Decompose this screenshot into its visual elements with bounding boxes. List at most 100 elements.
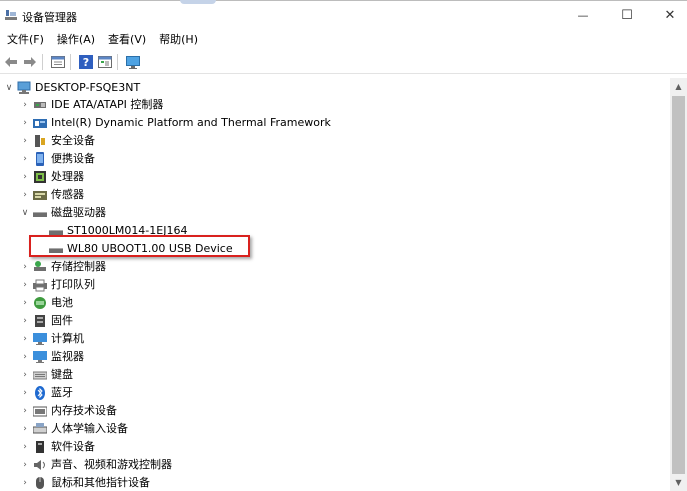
expand-chevron-icon[interactable]: › xyxy=(20,420,30,438)
expand-chevron-icon[interactable]: › xyxy=(20,366,30,384)
expand-chevron-icon[interactable]: › xyxy=(20,402,30,420)
intel-framework-icon xyxy=(33,119,47,128)
tree-item-label: 存储控制器 xyxy=(51,260,106,273)
tree-item-label: 打印队列 xyxy=(51,278,95,291)
minimize-button[interactable]: — xyxy=(560,0,606,30)
expand-chevron-icon[interactable]: › xyxy=(20,312,30,330)
tree-item-firmware[interactable]: › 固件 xyxy=(20,312,73,330)
tree-item-portable[interactable]: › 便携设备 xyxy=(20,150,95,168)
keyboard-icon xyxy=(33,371,47,380)
expand-chevron-icon[interactable]: › xyxy=(20,114,30,132)
expand-chevron-icon[interactable]: › xyxy=(20,348,30,366)
disk-drive-icon xyxy=(33,212,47,217)
view-button[interactable] xyxy=(97,54,113,70)
tree-item-monitor[interactable]: › 监视器 xyxy=(20,348,84,366)
expand-chevron-icon[interactable]: › xyxy=(20,384,30,402)
collapse-chevron-icon[interactable]: ∨ xyxy=(20,204,30,222)
tree-item-sensor[interactable]: › 传感器 xyxy=(20,186,84,204)
highlight-box xyxy=(29,235,250,257)
tree-item-label: 人体学输入设备 xyxy=(51,422,128,435)
toolbar-separator xyxy=(117,54,118,70)
properties-icon xyxy=(51,56,65,68)
tree-root-label: DESKTOP-FSQE3NT xyxy=(35,81,141,94)
expand-chevron-icon[interactable]: › xyxy=(20,438,30,456)
tree-item-memory[interactable]: › 内存技术设备 xyxy=(20,402,117,420)
forward-arrow-icon xyxy=(24,57,36,67)
scroll-down-arrow-icon[interactable]: ▼ xyxy=(670,474,687,491)
tree-item-label: 电池 xyxy=(51,296,73,309)
security-device-icon xyxy=(35,135,45,147)
tree-root[interactable]: ∨ DESKTOP-FSQE3NT xyxy=(4,79,140,97)
tree-item-security[interactable]: › 安全设备 xyxy=(20,132,95,150)
tree-item-label: 监视器 xyxy=(51,350,84,363)
toolbar-separator xyxy=(70,54,71,70)
expand-chevron-icon[interactable]: › xyxy=(20,258,30,276)
expand-chevron-icon[interactable]: › xyxy=(20,186,30,204)
expand-chevron-icon[interactable]: › xyxy=(20,474,30,491)
tree-item-mouse[interactable]: › 鼠标和其他指针设备 xyxy=(20,474,150,491)
menu-view[interactable]: 查看(V) xyxy=(101,30,152,50)
tree-item-bluetooth[interactable]: › 蓝牙 xyxy=(20,384,73,402)
tree-item-print-queue[interactable]: › 打印队列 xyxy=(20,276,95,294)
tree-item-software[interactable]: › 软件设备 xyxy=(20,438,95,456)
close-button[interactable]: ✕ xyxy=(647,0,687,30)
tree-item-label: 内存技术设备 xyxy=(51,404,117,417)
tree-item-computer[interactable]: › 计算机 xyxy=(20,330,84,348)
bluetooth-icon xyxy=(35,386,45,400)
taskbar-tab-stub xyxy=(180,0,216,4)
device-manager-window: 设备管理器 — ☐ ✕ 文件(F) 操作(A) 查看(V) 帮助(H) ? ∨ … xyxy=(0,0,687,491)
menu-file[interactable]: 文件(F) xyxy=(0,30,50,50)
tree-item-label: 蓝牙 xyxy=(51,386,73,399)
expand-chevron-icon[interactable]: › xyxy=(20,132,30,150)
collapse-chevron-icon[interactable]: ∨ xyxy=(4,79,14,97)
expand-chevron-icon[interactable]: › xyxy=(20,330,30,348)
expand-chevron-icon[interactable]: › xyxy=(20,168,30,186)
view-icon xyxy=(98,56,112,68)
sound-icon xyxy=(34,460,45,470)
expand-chevron-icon[interactable]: › xyxy=(20,294,30,312)
expand-chevron-icon[interactable]: › xyxy=(20,276,30,294)
scroll-thumb[interactable] xyxy=(672,96,685,474)
expand-chevron-icon[interactable]: › xyxy=(20,456,30,474)
title-bar: 设备管理器 — ☐ ✕ xyxy=(0,0,687,30)
expand-chevron-icon[interactable]: › xyxy=(20,96,30,114)
mouse-icon xyxy=(36,477,44,489)
back-arrow-icon xyxy=(5,57,17,67)
tree-item-label: 键盘 xyxy=(51,368,73,381)
tree-item-label: Intel(R) Dynamic Platform and Thermal Fr… xyxy=(51,116,331,129)
tree-item-sound[interactable]: › 声音、视频和游戏控制器 xyxy=(20,456,172,474)
memory-device-icon xyxy=(33,406,47,417)
tree-item-processor[interactable]: › 处理器 xyxy=(20,168,84,186)
minimize-icon: — xyxy=(577,8,589,22)
tree-item-ide[interactable]: › IDE ATA/ATAPI 控制器 xyxy=(20,96,163,114)
properties-button[interactable] xyxy=(50,54,66,70)
tree-item-label: 安全设备 xyxy=(51,134,95,147)
vertical-scrollbar[interactable]: ▲ ▼ xyxy=(670,78,687,491)
toolbar: ? xyxy=(0,51,687,73)
menu-help[interactable]: 帮助(H) xyxy=(152,30,204,50)
battery-icon xyxy=(34,297,46,309)
hid-icon xyxy=(33,423,47,434)
tree-item-label: 软件设备 xyxy=(51,440,95,453)
portable-device-icon xyxy=(36,152,44,166)
tree-item-hid[interactable]: › 人体学输入设备 xyxy=(20,420,128,438)
storage-controller-icon xyxy=(34,261,46,271)
maximize-button[interactable]: ☐ xyxy=(604,0,650,30)
monitor-icon xyxy=(126,55,140,69)
tree-item-label: 传感器 xyxy=(51,188,84,201)
help-button[interactable]: ? xyxy=(78,54,94,70)
software-device-icon xyxy=(36,441,44,453)
monitor-icon xyxy=(33,351,47,363)
tree-item-keyboard[interactable]: › 键盘 xyxy=(20,366,73,384)
tree-item-disk-drives[interactable]: ∨ 磁盘驱动器 xyxy=(20,204,106,222)
ide-controller-icon xyxy=(34,102,46,108)
forward-button[interactable] xyxy=(22,54,38,70)
tree-item-battery[interactable]: › 电池 xyxy=(20,294,73,312)
tree-item-storage[interactable]: › 存储控制器 xyxy=(20,258,106,276)
back-button[interactable] xyxy=(3,54,19,70)
menu-action[interactable]: 操作(A) xyxy=(50,30,101,50)
tree-item-intel[interactable]: › Intel(R) Dynamic Platform and Thermal … xyxy=(20,114,331,132)
expand-chevron-icon[interactable]: › xyxy=(20,150,30,168)
scan-hardware-button[interactable] xyxy=(125,54,141,70)
scroll-up-arrow-icon[interactable]: ▲ xyxy=(670,78,687,95)
